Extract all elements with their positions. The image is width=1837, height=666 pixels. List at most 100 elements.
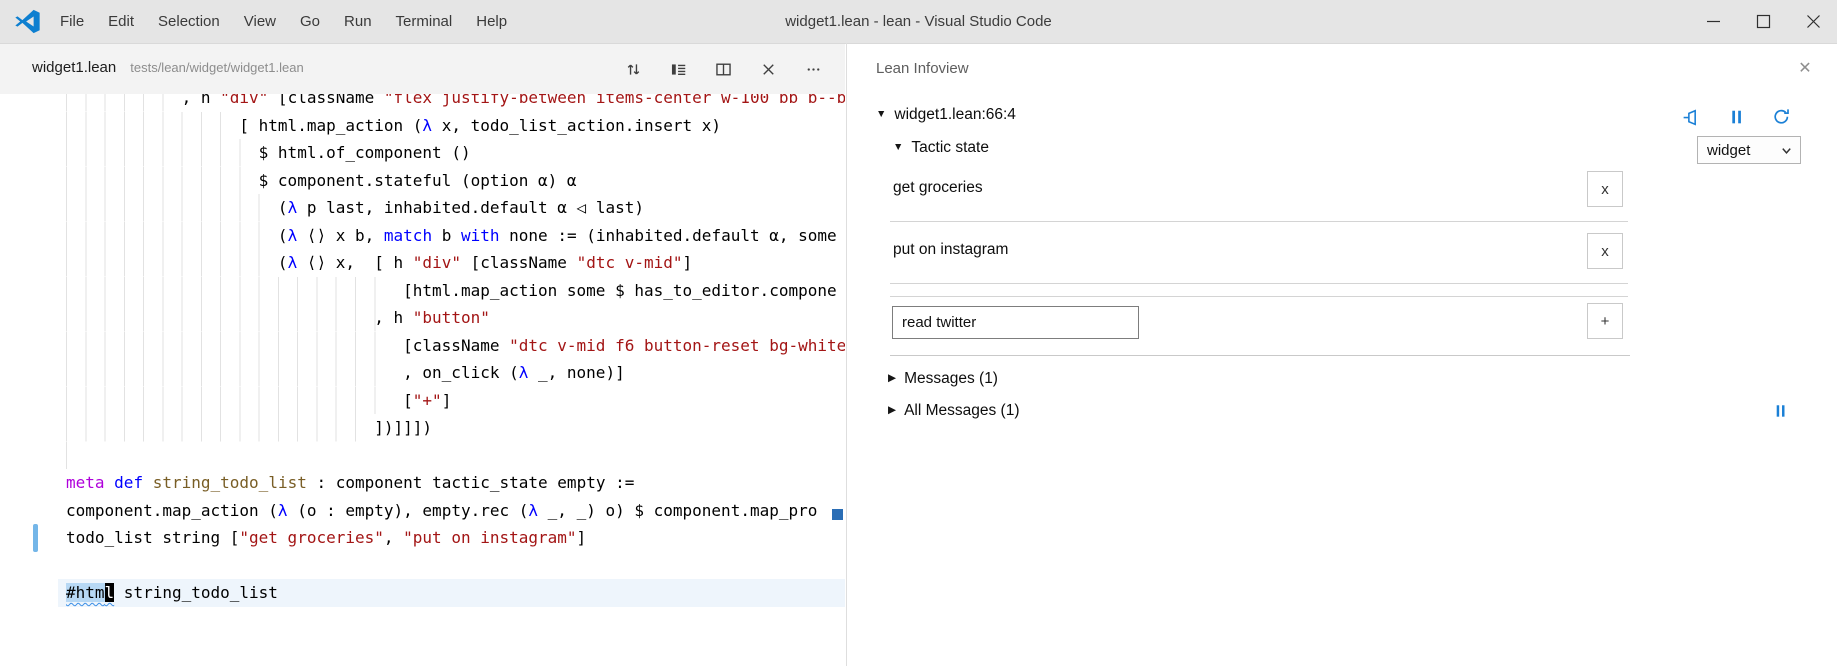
code-token: $ html.of_component () (259, 143, 471, 162)
code-line: , h "button" (66, 304, 845, 332)
code-token: , h (374, 308, 413, 327)
menu-selection[interactable]: Selection (146, 0, 232, 43)
infoview-toolbar (1680, 105, 1792, 127)
code-token: meta (66, 473, 105, 492)
code-token: ( (278, 226, 288, 245)
code-line: [html.map_action some $ has_to_editor.co… (66, 277, 845, 305)
code-token: "put on instagram" (403, 528, 576, 547)
chevron-collapsed-icon: ▶ (888, 404, 896, 416)
code-line: (λ ⟨⟩ x, [ h "div" [className "dtc v-mid… (66, 249, 845, 277)
menu-run[interactable]: Run (332, 0, 384, 43)
add-todo-button[interactable]: + (1587, 303, 1623, 339)
tactic-state-header[interactable]: ▼ Tactic state (893, 139, 989, 157)
more-actions-icon[interactable] (803, 59, 823, 79)
window-controls (1703, 0, 1823, 43)
chevron-down-icon (1780, 144, 1793, 157)
display-goal-icon[interactable] (668, 59, 688, 79)
close-window-icon[interactable] (1803, 12, 1823, 32)
editor-title-bar: widget1.lean tests/lean/widget/widget1.l… (0, 44, 845, 94)
divider (890, 355, 1630, 356)
code-line: (λ ⟨⟩ x b, match b with none := (inhabit… (66, 222, 845, 250)
chevron-expanded-icon: ▼ (876, 108, 886, 120)
menu-view[interactable]: View (232, 0, 288, 43)
code-token: [className (403, 336, 509, 355)
minimize-icon[interactable] (1703, 12, 1723, 32)
code-line: todo_list string ["get groceries", "put … (66, 524, 845, 552)
code-line: , on_click (λ _, none)] (66, 359, 845, 387)
editor-surface[interactable]: , h "div" [className "flex justify-betwe… (0, 43, 845, 666)
code-token: #htm (66, 583, 105, 602)
code-token: l (105, 583, 115, 602)
editor-panel-divider[interactable] (846, 43, 847, 666)
todo-item-label: put on instagram (893, 241, 1008, 259)
infoview-location-header[interactable]: ▼ widget1.lean:66:4 (876, 106, 1016, 124)
code-line: meta def string_todo_list : component ta… (66, 469, 845, 497)
code-token: λ (278, 501, 288, 520)
infoview-title: Lean Infoview (876, 60, 969, 77)
divider (890, 221, 1628, 222)
pause-section-icon[interactable] (1769, 399, 1791, 421)
maximize-icon[interactable] (1753, 12, 1773, 32)
messages-label: Messages (1) (904, 370, 998, 388)
divider (890, 296, 1628, 297)
menu-edit[interactable]: Edit (96, 0, 146, 43)
code-line: ])]]]) (66, 414, 845, 442)
menu-help[interactable]: Help (464, 0, 519, 43)
code-token: ] (577, 528, 587, 547)
code-token: x, todo_list_action.insert x) (432, 116, 721, 135)
menu-file[interactable]: File (48, 0, 96, 43)
pin-icon[interactable] (1680, 105, 1702, 127)
modified-line-gutter-marker (33, 524, 38, 552)
code-token: λ (288, 226, 298, 245)
code-token: [className (461, 253, 577, 272)
menu-terminal[interactable]: Terminal (384, 0, 465, 43)
code-token: (o : empty), empty.rec ( (288, 501, 529, 520)
code-token: λ (528, 501, 538, 520)
code-token: , (384, 528, 403, 547)
code-token: ( (278, 198, 288, 217)
new-todo-input[interactable] (892, 306, 1139, 339)
code-token (143, 473, 153, 492)
code-token: [html.map_action some $ has_to_editor.co… (403, 281, 836, 300)
vscode-logo-icon (14, 8, 41, 35)
code-token: none := (inhabited.default α, some x) (500, 226, 845, 245)
code-line: component.map_action (λ (o : empty), emp… (66, 497, 845, 525)
code-token: λ (422, 116, 432, 135)
code-token: component.map_action ( (66, 501, 278, 520)
code-token: b (432, 226, 461, 245)
code-token: ] (442, 391, 452, 410)
code-editor[interactable]: , h "div" [className "flex justify-betwe… (66, 84, 845, 607)
remove-todo-button[interactable]: x (1587, 233, 1623, 269)
vscode-window: , h "div" [className "flex justify-betwe… (0, 0, 1837, 666)
close-editor-icon[interactable] (758, 59, 778, 79)
code-line: [className "dtc v-mid f6 button-reset bg… (66, 332, 845, 360)
code-token: "dtc v-mid f6 button-reset bg-white poin… (509, 336, 845, 355)
code-token: match (384, 226, 432, 245)
menu-go[interactable]: Go (288, 0, 332, 43)
remove-todo-button[interactable]: x (1587, 171, 1623, 207)
compare-changes-icon[interactable] (623, 59, 643, 79)
code-line (66, 442, 845, 470)
code-token: λ (519, 363, 529, 382)
code-line: ["+"] (66, 387, 845, 415)
code-token: ⟨⟩ x b, (297, 226, 384, 245)
pause-updates-icon[interactable] (1725, 105, 1747, 127)
all-messages-section-header[interactable]: ▶ All Messages (1) (888, 402, 1020, 420)
widget-dropdown[interactable]: widget (1697, 136, 1801, 164)
code-token: todo_list string [ (66, 528, 239, 547)
tab-file-name: widget1.lean (32, 59, 116, 76)
refresh-icon[interactable] (1770, 105, 1792, 127)
messages-section-header[interactable]: ▶ Messages (1) (888, 370, 998, 388)
tab-widget1-lean[interactable]: widget1.lean tests/lean/widget/widget1.l… (32, 44, 304, 94)
overview-ruler-marker (832, 509, 843, 520)
code-token: _, _) o) $ component.map_pro (538, 501, 817, 520)
close-panel-icon[interactable]: ✕ (1794, 57, 1816, 79)
code-token: , on_click ( (403, 363, 519, 382)
code-token: def (114, 473, 143, 492)
code-token: ( (278, 253, 288, 272)
split-editor-icon[interactable] (713, 59, 733, 79)
code-token: ⟨⟩ x, [ h (297, 253, 413, 272)
code-token: string_todo_list (114, 583, 278, 602)
code-token: p last, inhabited.default α ◁ last) (297, 198, 644, 217)
todo-item-label: get groceries (893, 179, 983, 197)
